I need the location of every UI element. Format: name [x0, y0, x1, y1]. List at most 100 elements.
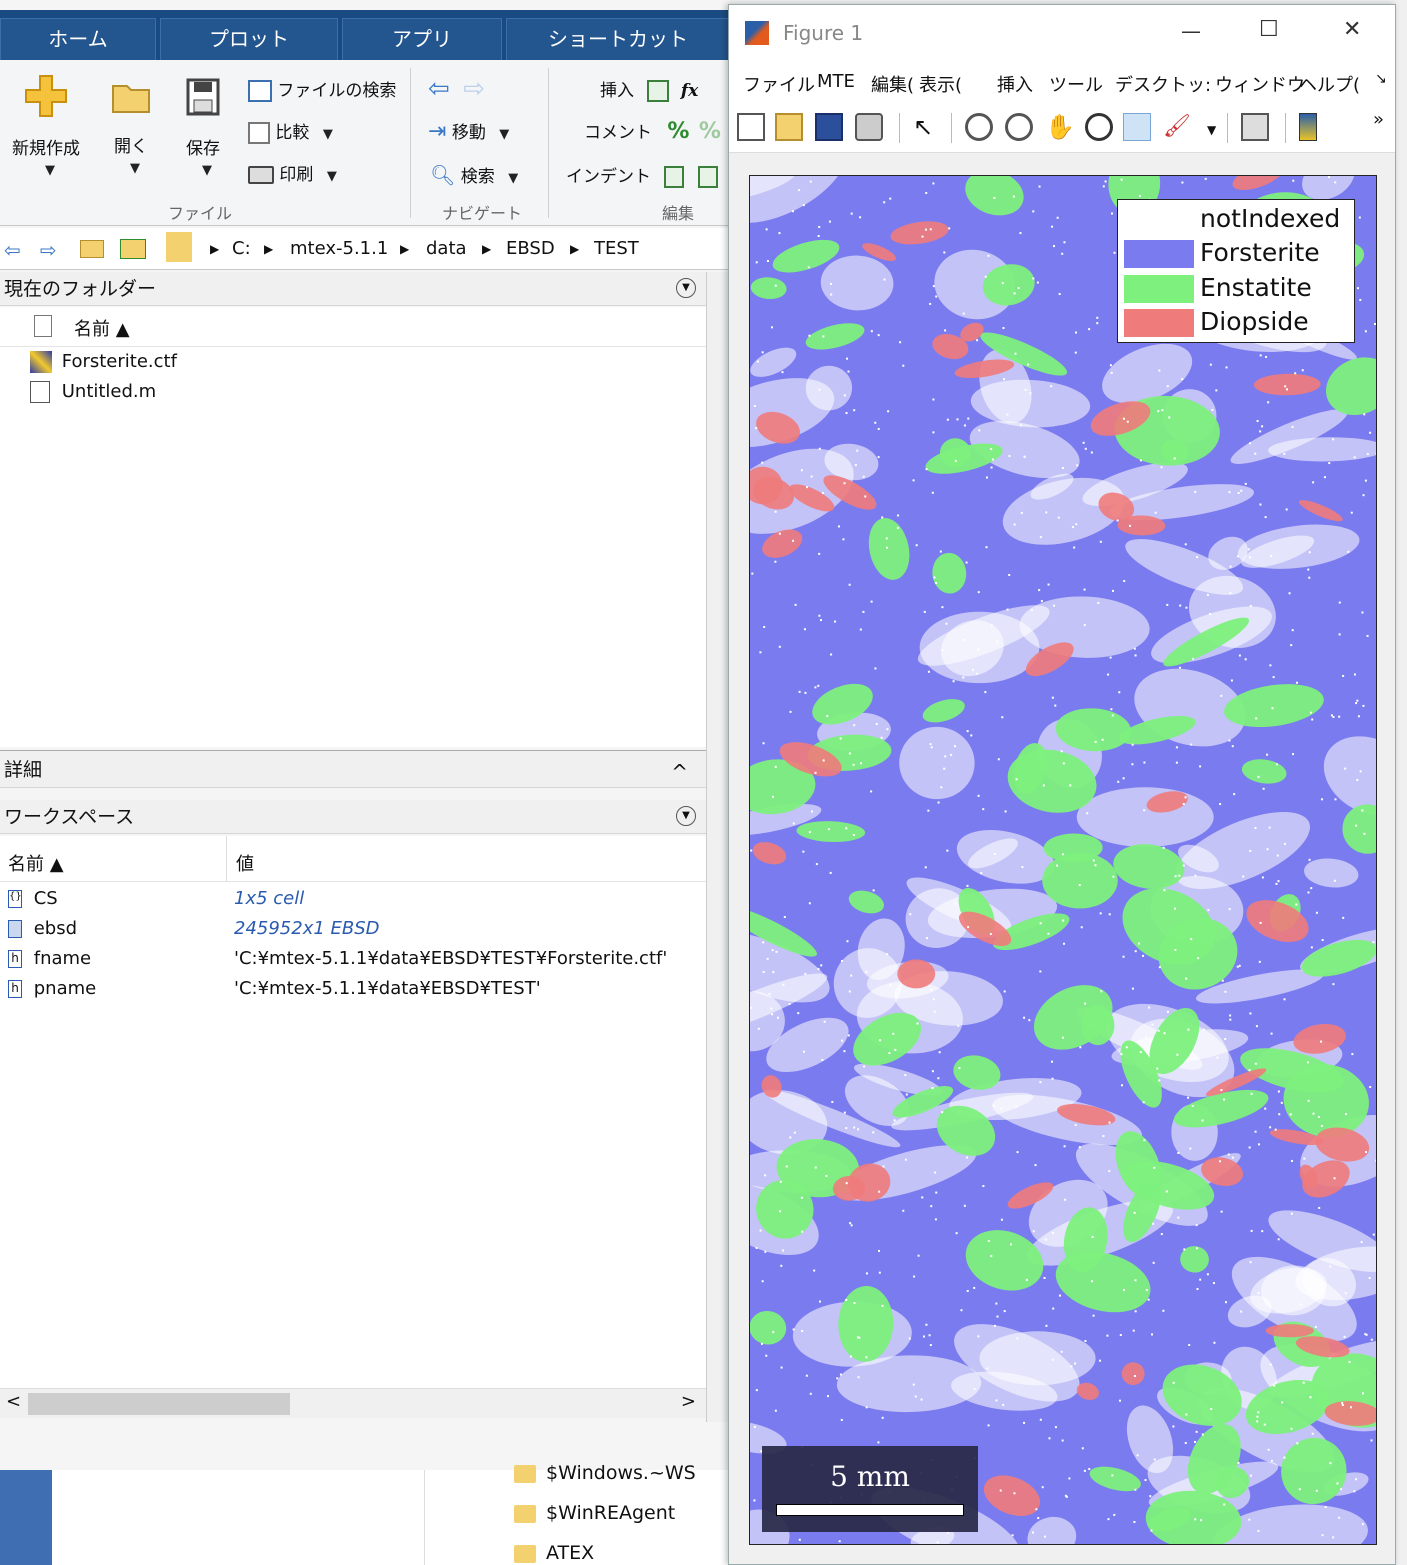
ebsd-phase-map[interactable]: notIndexed Forsterite Enstatite Diopside… [749, 175, 1377, 1545]
menu-edit[interactable]: 編集( [871, 71, 914, 97]
colorbar-icon[interactable] [1299, 113, 1317, 141]
panel-splitter[interactable] [706, 272, 730, 1422]
tab-home[interactable]: ホーム [0, 18, 156, 60]
scrollbar-thumb[interactable] [28, 1393, 290, 1415]
table-row[interactable]: {} CS [8, 888, 58, 909]
unindexed-pixel [750, 849, 753, 852]
goto-button[interactable]: ⇥ 移動 ▼ [428, 118, 509, 144]
save-figure-icon[interactable] [815, 113, 843, 141]
nav-back-forward[interactable]: ⇦ ⇨ [428, 74, 485, 104]
compare-button[interactable]: 比較 ▼ [248, 118, 333, 144]
menu-tools[interactable]: ツール [1049, 71, 1103, 97]
data-cursor-icon[interactable] [1123, 113, 1151, 141]
column-name-header[interactable]: 名前 ▲ [74, 315, 130, 341]
unindexed-pixel [1231, 1156, 1234, 1159]
chevron-down-icon[interactable]: ▼ [1207, 123, 1216, 137]
scroll-left-icon[interactable]: < [6, 1391, 21, 1412]
list-item[interactable]: Untitled.m [30, 381, 156, 403]
find-files-button[interactable]: ファイルの検索 [248, 76, 396, 102]
open-button[interactable]: 開く ▼ [104, 80, 158, 177]
forward-arrow-icon[interactable]: ⇨ [40, 238, 57, 262]
menu-window[interactable]: ウィンドウ [1215, 71, 1305, 97]
menu-insert[interactable]: 挿入 [997, 71, 1033, 97]
breadcrumb-test[interactable]: TEST [594, 238, 639, 259]
forward-arrow-icon[interactable]: ⇨ [463, 74, 485, 104]
file-icon [34, 315, 52, 337]
comment-button[interactable]: コメント % % [584, 118, 721, 144]
print-figure-icon[interactable] [855, 113, 883, 141]
print-label: 印刷 [279, 165, 314, 185]
unindexed-pixel [1310, 887, 1313, 890]
column-value-header[interactable]: 値 [236, 850, 254, 876]
breadcrumb-mtex[interactable]: mtex-5.1.1 [290, 238, 388, 259]
tab-apps[interactable]: アプリ [342, 18, 502, 60]
uncomment-percent-icon[interactable]: % [699, 119, 721, 144]
menu-help[interactable]: ヘルプ( [1299, 71, 1360, 97]
unindexed-pixel [1016, 1337, 1019, 1340]
unindexed-pixel [1338, 715, 1341, 718]
tab-plots[interactable]: プロット [160, 18, 338, 60]
table-row[interactable]: ebsd [8, 918, 77, 939]
unindexed-pixel [1160, 1233, 1163, 1236]
unindexed-pixel [1123, 579, 1126, 582]
unindexed-pixel [976, 339, 979, 342]
panel-menu-icon[interactable]: ▼ [676, 278, 696, 298]
new-button[interactable]: 新規作成 ▼ [6, 74, 86, 179]
save-button[interactable]: 保存 ▼ [176, 78, 230, 179]
up-folder-icon[interactable] [80, 238, 104, 259]
collapse-caret-icon[interactable]: ^ [671, 753, 688, 791]
back-arrow-icon[interactable]: ⇦ [4, 238, 21, 262]
list-item[interactable]: $WinREAgent [514, 1502, 675, 1524]
pointer-icon[interactable]: ↖ [913, 113, 941, 141]
table-row[interactable]: h pname [8, 978, 96, 999]
outdent-icon[interactable] [697, 166, 718, 188]
pan-hand-icon[interactable]: ✋ [1045, 113, 1075, 141]
unindexed-pixel [1175, 761, 1178, 764]
table-row[interactable]: h fname [8, 948, 91, 969]
new-figure-icon[interactable] [737, 113, 765, 141]
unindexed-pixel [1065, 1495, 1068, 1498]
zoom-in-icon[interactable] [965, 113, 993, 141]
panel-title: ワークスペース [4, 806, 135, 828]
back-arrow-icon[interactable]: ⇦ [428, 74, 450, 104]
scroll-right-icon[interactable]: > [681, 1391, 696, 1412]
tab-shortcuts[interactable]: ショートカット [506, 18, 730, 60]
unindexed-pixel [1134, 1310, 1137, 1313]
unindexed-pixel [1000, 1107, 1003, 1110]
fx-icon[interactable]: fx [681, 81, 698, 101]
brush-icon[interactable]: 🖌︎ [1163, 113, 1191, 141]
browse-folder-icon[interactable] [120, 238, 146, 259]
breadcrumb-ebsd[interactable]: EBSD [506, 238, 555, 259]
breadcrumb-drive[interactable]: C: [232, 238, 251, 259]
unindexed-pixel [1359, 298, 1362, 301]
insert-button[interactable]: 挿入 fx [600, 76, 698, 102]
list-item[interactable]: ATEX [514, 1542, 594, 1564]
search-button[interactable]: 🔍︎ 検索 ▼ [430, 162, 518, 187]
minimize-icon[interactable]: — [1181, 19, 1201, 43]
horizontal-scrollbar[interactable]: < > [0, 1388, 706, 1418]
toolbar-overflow-icon[interactable]: » [1373, 109, 1384, 130]
menu-file[interactable]: ファイル [743, 71, 815, 97]
maximize-icon[interactable]: ☐ [1259, 17, 1279, 42]
rotate-3d-icon[interactable] [1085, 113, 1113, 141]
menu-desktop[interactable]: デスクトッ: [1115, 71, 1211, 97]
breadcrumb-data[interactable]: data [426, 238, 467, 259]
close-icon[interactable]: ✕ [1343, 17, 1361, 42]
link-plot-icon[interactable] [1241, 113, 1269, 141]
unindexed-pixel [788, 1003, 791, 1006]
panel-menu-icon[interactable]: ▼ [676, 806, 696, 826]
unindexed-pixel [1110, 708, 1113, 711]
unindexed-pixel [1368, 1277, 1371, 1280]
indent-button[interactable]: インデント [566, 162, 718, 188]
column-divider[interactable] [226, 836, 227, 882]
menu-overflow-icon[interactable]: ↘ [1375, 71, 1387, 87]
open-file-icon[interactable] [775, 113, 803, 141]
menu-mtex[interactable]: MTE [817, 71, 855, 92]
zoom-out-icon[interactable] [1005, 113, 1033, 141]
list-item[interactable]: $Windows.~WS [514, 1462, 696, 1484]
details-header[interactable]: 詳細 ^ [0, 750, 706, 788]
menu-view[interactable]: 表示( [919, 71, 962, 97]
print-button[interactable]: 印刷 ▼ [248, 160, 337, 185]
column-name-header[interactable]: 名前 ▲ [8, 850, 64, 876]
list-item[interactable]: Forsterite.ctf [30, 351, 177, 373]
